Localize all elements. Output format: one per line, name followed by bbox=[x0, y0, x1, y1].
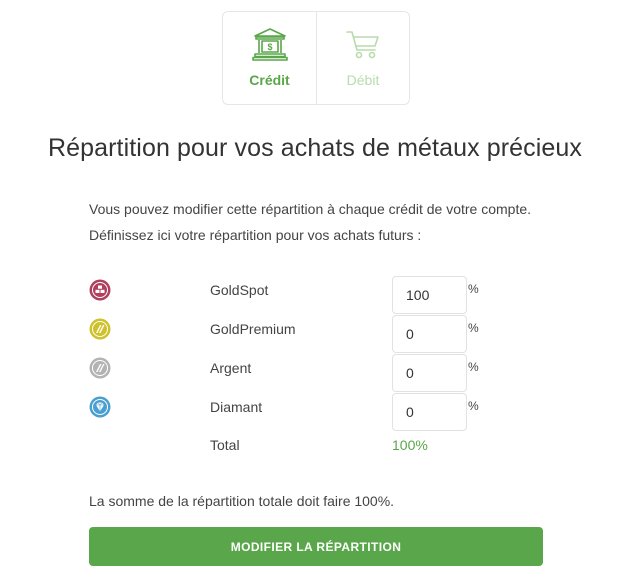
percent-unit: % bbox=[468, 360, 479, 374]
operation-tabs: $ Crédit Débit bbox=[222, 11, 410, 105]
diamant-icon bbox=[89, 396, 111, 418]
tab-debit[interactable]: Débit bbox=[316, 12, 409, 104]
percent-unit: % bbox=[468, 399, 479, 413]
percent-unit: % bbox=[468, 282, 479, 296]
goldpremium-icon bbox=[89, 318, 111, 340]
svg-text:$: $ bbox=[267, 42, 272, 52]
percent-unit: % bbox=[468, 321, 479, 335]
argent-icon bbox=[89, 357, 111, 379]
intro-line-1: Vous pouvez modifier cette répartition à… bbox=[89, 201, 532, 217]
goldspot-percent-input[interactable] bbox=[392, 276, 467, 314]
total-value: 100% bbox=[392, 437, 428, 453]
tab-credit-label: Crédit bbox=[249, 72, 290, 88]
goldpremium-percent-input[interactable] bbox=[392, 315, 467, 353]
diamant-percent-input[interactable] bbox=[392, 393, 467, 431]
total-label: Total bbox=[210, 437, 240, 453]
allocation-row-diamant: Diamant % bbox=[0, 393, 630, 433]
page-title: Répartition pour vos achats de métaux pr… bbox=[47, 134, 583, 162]
page: $ Crédit Débit Répartition pour vos acha… bbox=[0, 0, 630, 587]
allocation-name: Diamant bbox=[210, 399, 263, 415]
cart-icon bbox=[346, 31, 379, 59]
modify-allocation-button[interactable]: MODIFIER LA RÉPARTITION bbox=[89, 527, 543, 566]
allocation-row-argent: Argent % bbox=[0, 354, 630, 394]
allocation-row-goldpremium: GoldPremium % bbox=[0, 315, 630, 355]
goldspot-icon bbox=[89, 279, 111, 301]
allocation-row-goldspot: GoldSpot % bbox=[0, 276, 630, 316]
argent-percent-input[interactable] bbox=[392, 354, 467, 392]
bank-icon: $ bbox=[251, 28, 288, 61]
allocation-name: GoldSpot bbox=[210, 282, 269, 298]
tab-credit[interactable]: $ Crédit bbox=[223, 12, 316, 104]
intro-line-2: Définissez ici votre répartition pour vo… bbox=[89, 227, 422, 243]
sum-note: La somme de la répartition totale doit f… bbox=[89, 493, 395, 509]
allocation-name: Argent bbox=[210, 360, 252, 376]
allocation-name: GoldPremium bbox=[210, 321, 296, 337]
tab-debit-label: Débit bbox=[346, 72, 380, 88]
intro-text: Vous pouvez modifier cette répartition à… bbox=[89, 196, 531, 248]
